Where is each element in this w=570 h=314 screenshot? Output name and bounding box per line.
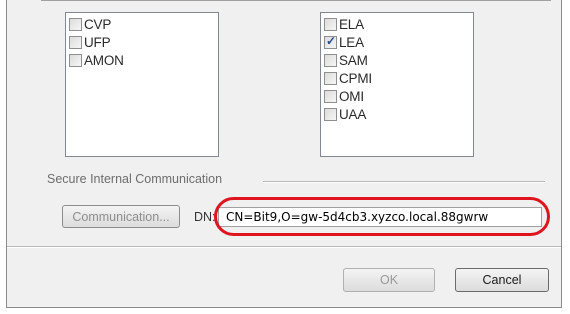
list-item-amon[interactable]: AMON <box>69 51 124 69</box>
top-divider <box>41 0 551 1</box>
checkbox-ela[interactable] <box>324 17 337 31</box>
list-item-label: CPMI <box>339 70 372 86</box>
product-list-left[interactable]: CVP UFP AMON <box>65 12 219 157</box>
ok-button[interactable]: OK <box>343 268 435 292</box>
sic-group-label: Secure Internal Communication <box>47 172 223 186</box>
list-item-uaa[interactable]: UAA <box>324 105 366 123</box>
list-item-cvp[interactable]: CVP <box>69 15 111 33</box>
list-item-label: UAA <box>339 106 367 122</box>
communication-button[interactable]: Communication... <box>62 205 180 228</box>
checkbox-lea[interactable] <box>324 34 337 49</box>
sic-group-divider <box>263 181 545 182</box>
checkbox-ufp[interactable] <box>69 35 82 49</box>
checkbox-uaa[interactable] <box>324 107 337 121</box>
list-item-label: UFP <box>84 34 111 50</box>
list-item-cpmi[interactable]: CPMI <box>324 69 372 87</box>
list-item-label: AMON <box>84 52 124 68</box>
checkbox-amon[interactable] <box>69 53 82 67</box>
product-list-right[interactable]: ELA LEA SAM CPMI OMI UAA <box>320 12 474 157</box>
list-item-sam[interactable]: SAM <box>324 51 368 69</box>
checkbox-cpmi[interactable] <box>324 71 337 85</box>
list-item-label: OMI <box>339 88 364 104</box>
list-item-label: CVP <box>84 16 112 32</box>
dialog-window: CVP UFP AMON ELA LEA SAM <box>6 0 562 308</box>
list-item-label: LEA <box>339 34 364 50</box>
checkbox-omi[interactable] <box>324 89 337 103</box>
dialog-footer: OK Cancel <box>7 248 561 306</box>
dn-label: DN: <box>194 210 216 224</box>
cancel-button[interactable]: Cancel <box>455 268 549 292</box>
list-item-label: ELA <box>339 16 364 32</box>
checkbox-cvp[interactable] <box>69 17 82 31</box>
list-item-ufp[interactable]: UFP <box>69 33 111 51</box>
list-item-label: SAM <box>339 52 368 68</box>
dialog-content: CVP UFP AMON ELA LEA SAM <box>7 0 561 246</box>
list-item-lea[interactable]: LEA <box>324 33 364 51</box>
list-item-ela[interactable]: ELA <box>324 15 364 33</box>
list-item-omi[interactable]: OMI <box>324 87 364 105</box>
checkbox-sam[interactable] <box>324 53 337 67</box>
dn-field[interactable]: CN=Bit9,O=gw-5d4cb3.xyzco.local.88gwrw <box>218 207 542 227</box>
